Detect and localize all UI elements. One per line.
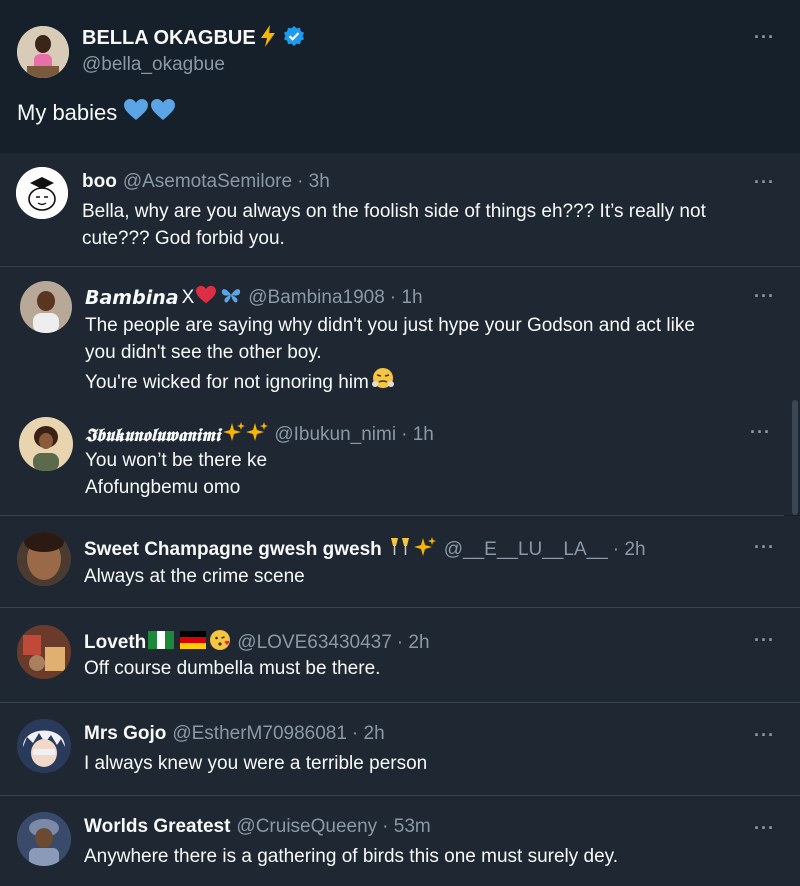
reply-text: You won’t be there ke Afofungbemu omo <box>85 447 267 501</box>
reply-text: Always at the crime scene <box>84 563 305 590</box>
display-name[interactable]: BELLA OKAGBUE <box>82 27 256 50</box>
sparkles-icon <box>246 421 269 449</box>
reply-text-line: Always at the crime scene <box>84 566 305 587</box>
reply-text: I always knew you were a terrible person <box>84 750 427 777</box>
champagne-icon <box>388 536 412 564</box>
timestamp[interactable]: · 1h <box>401 424 434 446</box>
reply-tweet[interactable]: Sweet Champagne gwesh gwesh @__E__LU__LA… <box>0 516 800 607</box>
display-name[interactable]: Mrs Gojo <box>84 723 166 745</box>
reply-tweet[interactable]: 𝕴𝖇𝖚𝖐𝖚𝖓𝖔𝖑𝖚𝖜𝖆𝖓𝖎𝖒𝖎 @Ibukun_nimi · 1h ··· Yo… <box>0 407 800 515</box>
handle[interactable]: @CruiseQueeny <box>236 816 377 838</box>
display-name[interactable]: boo <box>82 171 117 193</box>
handle[interactable]: @Bambina1908 <box>248 287 385 309</box>
blue-heart-icon <box>123 98 149 128</box>
kiss-face-icon <box>208 628 232 658</box>
butterfly-icon <box>220 285 242 311</box>
display-name[interactable]: 𝘽𝙖𝙢𝙗𝙞𝙣𝙖 <box>85 287 179 309</box>
reply-tweet[interactable]: 𝘽𝙖𝙢𝙗𝙞𝙣𝙖 X @Bambina1908 · 1h ··· The peop… <box>0 267 800 407</box>
avatar[interactable] <box>17 812 71 866</box>
avatar[interactable] <box>17 532 71 586</box>
reply-text-line: Off course dumbella must be there. <box>84 658 381 679</box>
avatar-illustration <box>19 417 73 471</box>
germany-flag-icon <box>180 631 207 655</box>
reply-text-line: I always knew you were a terrible person <box>84 753 428 774</box>
more-icon[interactable]: ··· <box>754 538 775 556</box>
avatar-photo <box>17 625 71 679</box>
avatar[interactable] <box>20 281 72 333</box>
scrollbar[interactable] <box>792 400 798 515</box>
display-name[interactable]: Worlds Greatest <box>84 816 230 838</box>
reply-text-line: You're wicked for not ignoring him <box>85 371 369 393</box>
avatar-photo <box>20 281 72 333</box>
tweet-text: My babies <box>17 98 176 128</box>
more-icon[interactable]: ··· <box>754 173 775 191</box>
reply-text: Bella, why are you always on the foolish… <box>82 198 706 252</box>
more-icon[interactable]: ··· <box>754 287 775 305</box>
red-heart-icon <box>195 285 217 311</box>
reply-text-line: Bella, why are you always on the foolish… <box>82 201 706 222</box>
huffing-face-icon <box>371 366 395 398</box>
reply-text-line: Afofungbemu omo <box>85 477 241 498</box>
more-icon[interactable]: ··· <box>754 726 775 744</box>
timestamp[interactable]: · 2h <box>397 632 430 654</box>
avatar[interactable] <box>17 26 69 78</box>
handle[interactable]: @bella_okagbue <box>82 54 225 76</box>
main-tweet[interactable]: BELLA OKAGBUE @bella_okagbue ··· My babi… <box>0 0 800 152</box>
avatar-photo <box>17 532 71 586</box>
reply-text-line: The people are saying why didn't you jus… <box>85 315 695 336</box>
display-name[interactable]: Sweet Champagne gwesh gwesh <box>84 539 382 561</box>
reply-tweet[interactable]: Loveth @LOVE63430437 · 2h ··· Off course… <box>0 608 800 702</box>
more-icon[interactable]: ··· <box>754 28 775 46</box>
handle[interactable]: @LOVE63430437 <box>237 632 392 654</box>
reply-text: The people are saying why didn't you jus… <box>85 312 695 398</box>
handle[interactable]: @AsemotaSemilore <box>123 171 292 193</box>
verified-badge-icon[interactable] <box>283 25 305 52</box>
reply-text: Anywhere there is a gathering of birds t… <box>84 843 618 870</box>
nigeria-flag-icon <box>148 631 175 655</box>
avatar-photo <box>17 812 71 866</box>
avatar-photo <box>17 26 69 78</box>
handle[interactable]: @EstherM70986081 <box>172 723 347 745</box>
blue-heart-icon <box>150 98 176 128</box>
timestamp[interactable]: · 3h <box>297 171 330 193</box>
timestamp[interactable]: · 53m <box>382 816 431 838</box>
timestamp[interactable]: · 2h <box>613 539 646 561</box>
avatar[interactable] <box>17 625 71 679</box>
reply-text-line: You won’t be there ke <box>85 450 268 471</box>
sparkles-icon <box>413 536 436 564</box>
reply-text: Off course dumbella must be there. <box>84 655 380 682</box>
handle[interactable]: @Ibukun_nimi <box>274 424 396 446</box>
timestamp[interactable]: · 1h <box>390 287 423 309</box>
reply-text-line: Anywhere there is a gathering of birds t… <box>84 846 619 867</box>
display-name-suffix: X <box>181 287 195 308</box>
reply-tweet[interactable]: boo @AsemotaSemilore · 3h ··· Bella, why… <box>0 153 800 265</box>
reply-text-line: cute??? God forbid you. <box>82 228 285 249</box>
display-name[interactable]: 𝕴𝖇𝖚𝖐𝖚𝖓𝖔𝖑𝖚𝖜𝖆𝖓𝖎𝖒𝖎 <box>85 425 220 446</box>
lightning-icon <box>258 24 278 53</box>
display-name[interactable]: Loveth <box>84 632 146 654</box>
more-icon[interactable]: ··· <box>750 423 771 441</box>
tweet-text-content: My babies <box>17 100 118 125</box>
handle[interactable]: @__E__LU__LA__ <box>444 539 608 561</box>
more-icon[interactable]: ··· <box>754 819 775 837</box>
avatar[interactable] <box>16 167 68 219</box>
timestamp[interactable]: · 2h <box>352 723 385 745</box>
avatar[interactable] <box>19 417 73 471</box>
avatar-illustration <box>17 719 71 773</box>
reply-tweet[interactable]: Mrs Gojo @EstherM70986081 · 2h ··· I alw… <box>0 703 800 795</box>
avatar[interactable] <box>17 719 71 773</box>
sparkles-icon <box>223 421 246 449</box>
more-icon[interactable]: ··· <box>754 631 775 649</box>
reply-text-line: you didn't see the other boy. <box>85 342 322 363</box>
avatar-drawing <box>16 167 68 219</box>
reply-tweet[interactable]: Worlds Greatest @CruiseQueeny · 53m ··· … <box>0 796 800 886</box>
